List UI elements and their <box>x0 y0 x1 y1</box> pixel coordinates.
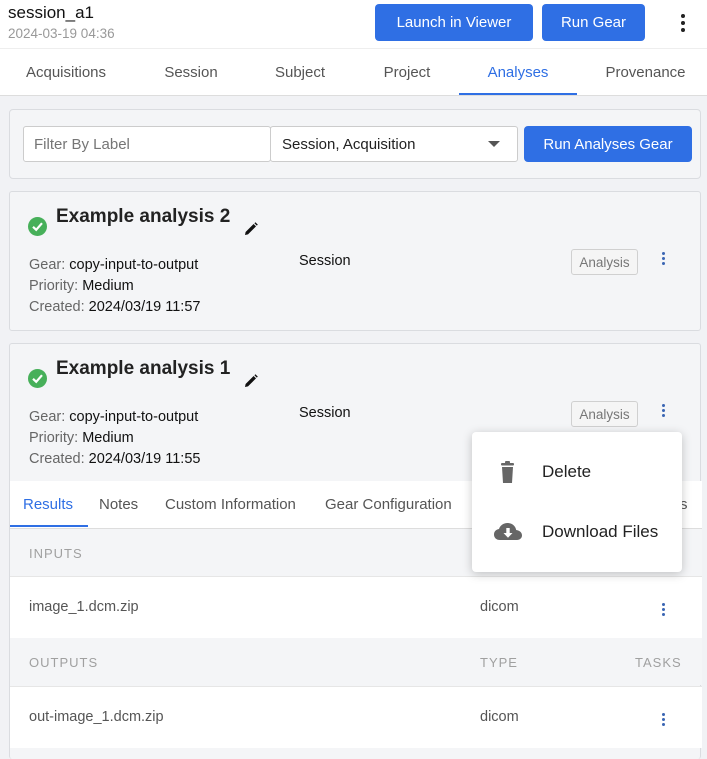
main-tabs: Acquisitions Session Subject Project Ana… <box>0 48 707 96</box>
menu-item-label: Download Files <box>542 522 659 541</box>
analysis-badge: Analysis <box>571 401 638 427</box>
pencil-icon[interactable] <box>244 374 258 388</box>
file-name: out-image_1.dcm.zip <box>29 709 164 725</box>
gear-line: Gear: copy-input-to-output <box>29 257 199 273</box>
tasks-header: TASKS <box>635 655 682 670</box>
analysis-card[interactable]: Example analysis 2 Gear: copy-input-to-o… <box>9 191 701 331</box>
analysis-badge: Analysis <box>571 249 638 275</box>
analysis-title: Example analysis 1 <box>56 358 231 379</box>
analysis-more-icon[interactable] <box>660 403 666 417</box>
analysis-more-icon[interactable] <box>660 251 666 265</box>
tab-analyses[interactable]: Analyses <box>459 49 577 96</box>
menu-item-delete[interactable]: Delete <box>472 444 682 500</box>
run-gear-button[interactable]: Run Gear <box>542 4 645 41</box>
tab-gear-configuration[interactable]: Gear Configuration <box>325 481 452 527</box>
file-type: dicom <box>480 599 519 615</box>
more-options-icon[interactable] <box>674 12 692 34</box>
outputs-header: OUTPUTS <box>29 655 99 670</box>
table-row[interactable]: image_1.dcm.zip dicom <box>10 576 702 638</box>
tab-subject[interactable]: Subject <box>250 49 350 96</box>
check-circle-icon <box>28 369 47 388</box>
created-line: Created: 2024/03/19 11:55 <box>29 451 201 467</box>
tab-provenance[interactable]: Provenance <box>584 49 707 96</box>
analysis-title: Example analysis 2 <box>56 206 231 227</box>
file-more-icon[interactable] <box>660 602 666 616</box>
inputs-header: INPUTS <box>29 546 83 561</box>
caret-down-icon <box>488 141 500 147</box>
analysis-context-menu: Delete Download Files <box>472 432 682 572</box>
run-analyses-gear-button[interactable]: Run Analyses Gear <box>524 126 692 162</box>
file-name: image_1.dcm.zip <box>29 599 139 615</box>
trash-icon <box>501 461 514 483</box>
scope-select[interactable]: Session, Acquisition <box>270 126 518 162</box>
cloud-download-icon <box>494 523 522 540</box>
tab-custom-information[interactable]: Custom Information <box>165 481 296 527</box>
session-header: session_a1 2024-03-19 04:36 Launch in Vi… <box>0 0 707 48</box>
gear-line: Gear: copy-input-to-output <box>29 409 199 425</box>
table-row[interactable]: out-image_1.dcm.zip dicom <box>10 686 702 748</box>
pencil-icon[interactable] <box>244 222 258 236</box>
tab-notes[interactable]: Notes <box>99 481 138 527</box>
tab-project[interactable]: Project <box>350 49 464 96</box>
filter-bar: Session, Acquisition Run Analyses Gear <box>9 109 701 179</box>
filter-by-label-input[interactable] <box>23 126 271 162</box>
active-tab-indicator <box>459 93 577 95</box>
session-title: session_a1 <box>8 3 95 22</box>
menu-item-label: Delete <box>542 462 592 481</box>
scope-select-value: Session, Acquisition <box>282 135 416 153</box>
priority-line: Priority: Medium <box>29 278 134 294</box>
tab-results[interactable]: Results <box>23 481 73 527</box>
analysis-scope: Session <box>299 405 351 421</box>
launch-in-viewer-button[interactable]: Launch in Viewer <box>375 4 533 41</box>
type-header: TYPE <box>480 655 518 670</box>
check-circle-icon <box>28 217 47 236</box>
created-line: Created: 2024/03/19 11:57 <box>29 299 201 315</box>
file-type: dicom <box>480 709 519 725</box>
tab-session[interactable]: Session <box>132 49 250 96</box>
session-date: 2024-03-19 04:36 <box>8 26 115 41</box>
tab-acquisitions[interactable]: Acquisitions <box>0 49 132 96</box>
analyses-content: Session, Acquisition Run Analyses Gear E… <box>0 96 707 759</box>
active-subtab-indicator <box>10 525 88 527</box>
file-more-icon[interactable] <box>660 712 666 726</box>
analysis-scope: Session <box>299 253 351 269</box>
outputs-section-header: OUTPUTS TYPE TASKS <box>10 638 702 685</box>
priority-line: Priority: Medium <box>29 430 134 446</box>
menu-item-download-files[interactable]: Download Files <box>472 504 682 560</box>
